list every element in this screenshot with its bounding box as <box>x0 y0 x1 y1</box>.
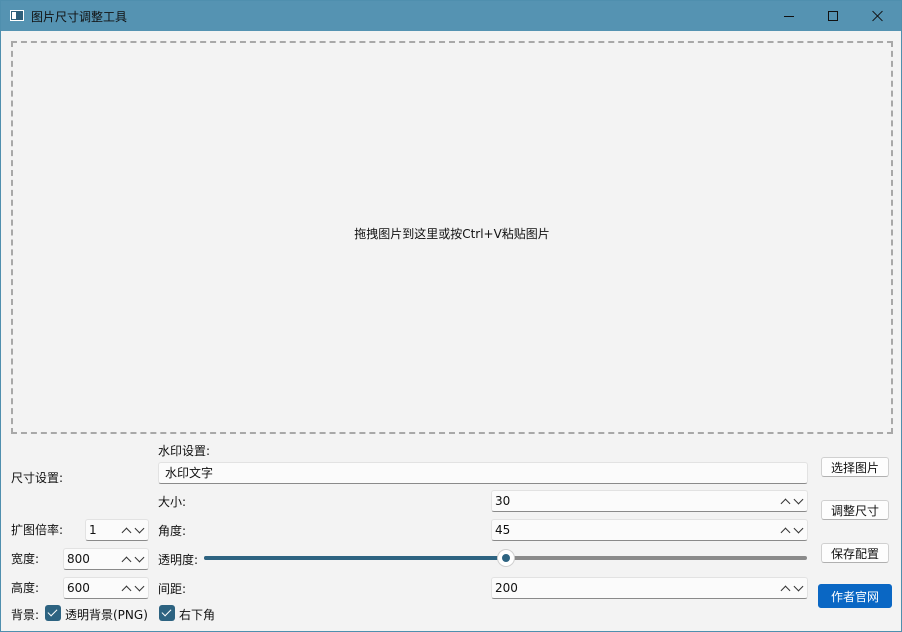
bottom-right-label[interactable]: 右下角 <box>179 606 215 623</box>
save-config-button[interactable]: 保存配置 <box>821 543 889 563</box>
watermark-angle-value: 45 <box>495 523 511 537</box>
decrement-icon[interactable] <box>793 581 804 591</box>
image-drop-zone[interactable]: 拖拽图片到这里或按Ctrl+V粘贴图片 <box>11 41 893 434</box>
background-label: 背景: <box>11 608 40 622</box>
close-button[interactable] <box>856 1 900 31</box>
author-site-button[interactable]: 作者官网 <box>818 584 892 608</box>
watermark-spacing-label: 间距: <box>158 582 187 596</box>
width-spinbox[interactable]: 800 <box>63 548 149 570</box>
title-bar[interactable]: 图片尺寸调整工具 <box>1 1 901 31</box>
increment-icon[interactable] <box>780 498 791 508</box>
watermark-text-input[interactable]: 水印文字 <box>158 462 808 484</box>
increment-icon[interactable] <box>121 585 132 595</box>
increment-icon[interactable] <box>121 527 132 537</box>
resize-button[interactable]: 调整尺寸 <box>821 500 889 520</box>
close-icon <box>872 10 884 22</box>
decrement-icon[interactable] <box>793 494 804 504</box>
watermark-opacity-slider[interactable] <box>204 549 807 567</box>
height-label: 高度: <box>11 581 40 595</box>
scale-label: 扩图倍率: <box>11 523 64 537</box>
maximize-icon <box>828 11 838 21</box>
watermark-angle-spinbox[interactable]: 45 <box>491 519 808 541</box>
watermark-angle-label: 角度: <box>158 524 187 538</box>
width-value: 800 <box>67 552 90 566</box>
watermark-settings-label: 水印设置: <box>158 444 211 458</box>
window-title: 图片尺寸调整工具 <box>31 10 128 24</box>
increment-icon[interactable] <box>121 556 132 566</box>
app-window: 图片尺寸调整工具 拖拽图片到这里或按Ctrl+V粘贴图片 尺寸设置: 扩图倍率:… <box>0 0 902 632</box>
height-spinbox[interactable]: 600 <box>63 577 149 599</box>
opacity-slider-fill <box>204 556 506 560</box>
bottom-right-checkbox[interactable] <box>159 605 175 621</box>
increment-icon[interactable] <box>780 527 791 537</box>
increment-icon[interactable] <box>780 585 791 595</box>
decrement-icon[interactable] <box>134 523 145 533</box>
watermark-spacing-value: 200 <box>495 581 518 595</box>
decrement-icon[interactable] <box>134 581 145 591</box>
watermark-size-value: 30 <box>495 494 511 508</box>
transparent-bg-label[interactable]: 透明背景(PNG) <box>65 606 148 623</box>
watermark-size-spinbox[interactable]: 30 <box>491 490 808 512</box>
decrement-icon[interactable] <box>793 523 804 533</box>
watermark-text-value: 水印文字 <box>165 466 214 480</box>
select-image-button[interactable]: 选择图片 <box>821 457 889 477</box>
height-value: 600 <box>67 581 90 595</box>
transparent-bg-checkbox[interactable] <box>45 605 61 621</box>
drop-zone-hint: 拖拽图片到这里或按Ctrl+V粘贴图片 <box>354 227 550 241</box>
watermark-spacing-spinbox[interactable]: 200 <box>491 577 808 599</box>
decrement-icon[interactable] <box>134 552 145 562</box>
opacity-slider-thumb[interactable] <box>496 549 515 567</box>
watermark-opacity-label: 透明度: <box>158 553 199 567</box>
width-label: 宽度: <box>11 552 40 566</box>
size-settings-label: 尺寸设置: <box>11 471 64 485</box>
minimize-icon <box>784 15 794 17</box>
maximize-button[interactable] <box>811 1 855 31</box>
app-icon <box>10 10 24 21</box>
scale-spinbox[interactable]: 1 <box>85 519 149 541</box>
minimize-button[interactable] <box>767 1 811 31</box>
scale-value: 1 <box>89 523 97 537</box>
watermark-size-label: 大小: <box>158 495 187 509</box>
